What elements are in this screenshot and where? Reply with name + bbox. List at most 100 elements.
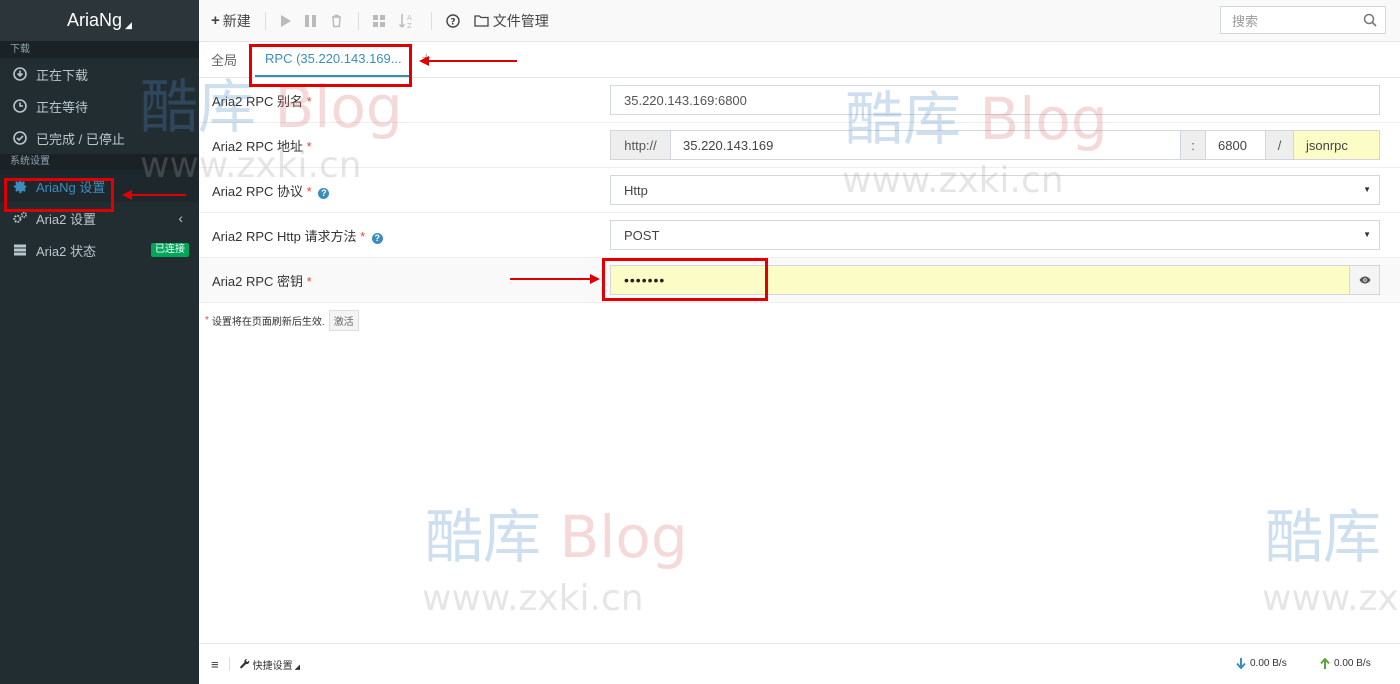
menu-icon[interactable]: ≡ xyxy=(211,657,219,672)
gear-icon xyxy=(12,178,28,194)
rpc-port-input[interactable]: 6800 xyxy=(1205,130,1266,160)
rpc-host-input[interactable]: 35.220.143.169 xyxy=(670,130,1181,160)
field-label: Aria2 RPC 密钥 * xyxy=(212,273,312,289)
sidebar-item-label: Aria2 状态 xyxy=(36,243,96,259)
gears-icon xyxy=(12,210,28,226)
http-method-select[interactable]: POST ▼ xyxy=(610,220,1380,250)
upload-speed-value: 0.00 B/s xyxy=(1334,658,1371,669)
pause-icon xyxy=(304,14,316,27)
dropdown-arrow-icon: ▼ xyxy=(1363,185,1371,194)
help-icon[interactable]: ? xyxy=(318,187,330,199)
delete-button[interactable] xyxy=(330,14,344,28)
watermark: 酷库 Blog xyxy=(425,503,688,571)
dropdown-arrow-icon: ▼ xyxy=(1363,230,1371,239)
footer-divider xyxy=(228,657,230,671)
form-row-alias: Aria2 RPC 别名 * 35.220.143.169:6800 xyxy=(199,78,1400,123)
settings-tabs: 全局 RPC (35.220.143.169... + xyxy=(199,42,1400,78)
download-circle-icon xyxy=(12,66,28,82)
selected-value: POST xyxy=(624,227,660,243)
sort-button[interactable]: AZ xyxy=(398,13,417,29)
toolbar-divider xyxy=(264,11,266,30)
search-icon xyxy=(1363,13,1377,27)
protocol-prefix-dropdown[interactable]: http:// xyxy=(610,130,671,160)
sidebar-item-ariang-settings[interactable]: AriaNg 设置 xyxy=(0,170,199,202)
grid-icon xyxy=(372,14,385,27)
download-speed: 0.00 B/s xyxy=(1236,658,1287,669)
help-icon[interactable]: ? xyxy=(371,232,383,244)
help-button[interactable]: ? xyxy=(446,13,460,28)
rpc-settings-form: Aria2 RPC 别名 * 35.220.143.169:6800 Aria2… xyxy=(199,78,1400,303)
quick-settings-label: 快捷设置 xyxy=(252,660,293,672)
rpc-secret-input[interactable]: ••••••• xyxy=(610,265,1350,295)
eye-icon xyxy=(1359,276,1370,284)
field-label: Aria2 RPC 别名 * xyxy=(212,93,312,109)
svg-text:A: A xyxy=(407,14,412,22)
show-password-button[interactable] xyxy=(1349,265,1380,295)
status-bar: ≡ 快捷设置 ◢ 0.00 B/s 0.00 B/s xyxy=(199,643,1400,684)
folder-icon xyxy=(474,15,489,27)
server-icon xyxy=(12,242,28,258)
field-label: Aria2 RPC Http 请求方法 * ? xyxy=(212,226,383,245)
trash-icon xyxy=(331,14,341,27)
sidebar-item-label: AriaNg 设置 xyxy=(36,179,106,195)
clock-icon xyxy=(12,98,28,114)
check-circle-icon xyxy=(12,130,28,146)
wrench-icon xyxy=(239,659,249,669)
rpc-path-input[interactable]: jsonrpc xyxy=(1293,130,1380,160)
display-mode-button[interactable] xyxy=(372,14,385,27)
tab-rpc[interactable]: RPC (35.220.143.169... xyxy=(255,41,412,77)
sidebar: AriaNg ◢ 下载 正在下载 正在等待 已完成 / 已停止 系统设置 Aria… xyxy=(0,0,199,684)
toolbar: + 新建 AZ ? 文件管理 搜索 xyxy=(199,0,1400,42)
field-label: Aria2 RPC 协议 * ? xyxy=(212,181,330,200)
sidebar-item-label: 正在等待 xyxy=(36,99,89,115)
plus-icon: + xyxy=(211,12,220,29)
watermark-url: www.zxki.cn xyxy=(1262,578,1400,619)
new-task-button[interactable]: + 新建 xyxy=(211,11,251,31)
selected-value: Http xyxy=(624,182,648,198)
file-manager-button[interactable]: 文件管理 xyxy=(474,11,549,31)
form-row-method: Aria2 RPC Http 请求方法 * ? POST ▼ xyxy=(199,213,1400,258)
section-header-settings: 系统设置 xyxy=(0,154,199,170)
svg-text:?: ? xyxy=(450,17,455,27)
activate-button[interactable]: 激活 xyxy=(328,310,359,331)
chevron-left-icon: ‹ xyxy=(178,210,183,226)
sidebar-item-downloading[interactable]: 正在下载 xyxy=(0,58,199,90)
sidebar-item-waiting[interactable]: 正在等待 xyxy=(0,90,199,122)
upload-speed: 0.00 B/s xyxy=(1320,658,1371,669)
rpc-protocol-select[interactable]: Http ▼ xyxy=(610,175,1380,205)
start-button[interactable] xyxy=(280,14,291,27)
sidebar-item-stopped[interactable]: 已完成 / 已停止 xyxy=(0,122,199,154)
brand-caret-icon: ◢ xyxy=(125,20,132,30)
new-task-label: 新建 xyxy=(222,12,251,29)
settings-note: * 设置将在页面刷新后生效. 激活 xyxy=(205,310,359,331)
sidebar-item-label: 已完成 / 已停止 xyxy=(36,131,125,147)
tab-global[interactable]: 全局 xyxy=(199,41,249,77)
toolbar-divider xyxy=(357,11,359,30)
watermark-url: www.zxki.cn xyxy=(422,578,644,619)
play-icon xyxy=(280,14,291,27)
pause-button[interactable] xyxy=(304,14,316,27)
quick-settings-button[interactable]: 快捷设置 ◢ xyxy=(239,657,300,672)
search-placeholder: 搜索 xyxy=(1232,13,1259,29)
form-row-address: Aria2 RPC 地址 * http:// 35.220.143.169 : … xyxy=(199,123,1400,168)
sidebar-item-aria2-settings[interactable]: Aria2 设置 ‹ xyxy=(0,202,199,234)
watermark: 酷库 xyxy=(1265,503,1382,571)
svg-text:Z: Z xyxy=(407,22,412,29)
rpc-alias-input[interactable]: 35.220.143.169:6800 xyxy=(610,85,1380,115)
field-label: Aria2 RPC 地址 * xyxy=(212,138,312,154)
brand-logo[interactable]: AriaNg ◢ xyxy=(0,0,199,42)
toolbar-divider xyxy=(430,11,432,30)
note-text: 设置将在页面刷新后生效. xyxy=(211,317,325,328)
download-speed-value: 0.00 B/s xyxy=(1250,658,1287,669)
add-rpc-tab-icon[interactable]: + xyxy=(422,41,431,77)
colon-separator: : xyxy=(1180,130,1206,160)
sidebar-item-label: Aria2 设置 xyxy=(36,211,96,227)
sidebar-item-label: 正在下载 xyxy=(36,67,89,83)
section-header-download: 下载 xyxy=(0,42,199,58)
sidebar-item-aria2-status[interactable]: Aria2 状态 已连接 xyxy=(0,234,199,266)
form-row-protocol: Aria2 RPC 协议 * ? Http ▼ xyxy=(199,168,1400,213)
brand-name: AriaNg xyxy=(67,10,123,30)
slash-separator: / xyxy=(1265,130,1294,160)
status-badge: 已连接 xyxy=(151,243,189,257)
search-input[interactable]: 搜索 xyxy=(1220,6,1386,34)
